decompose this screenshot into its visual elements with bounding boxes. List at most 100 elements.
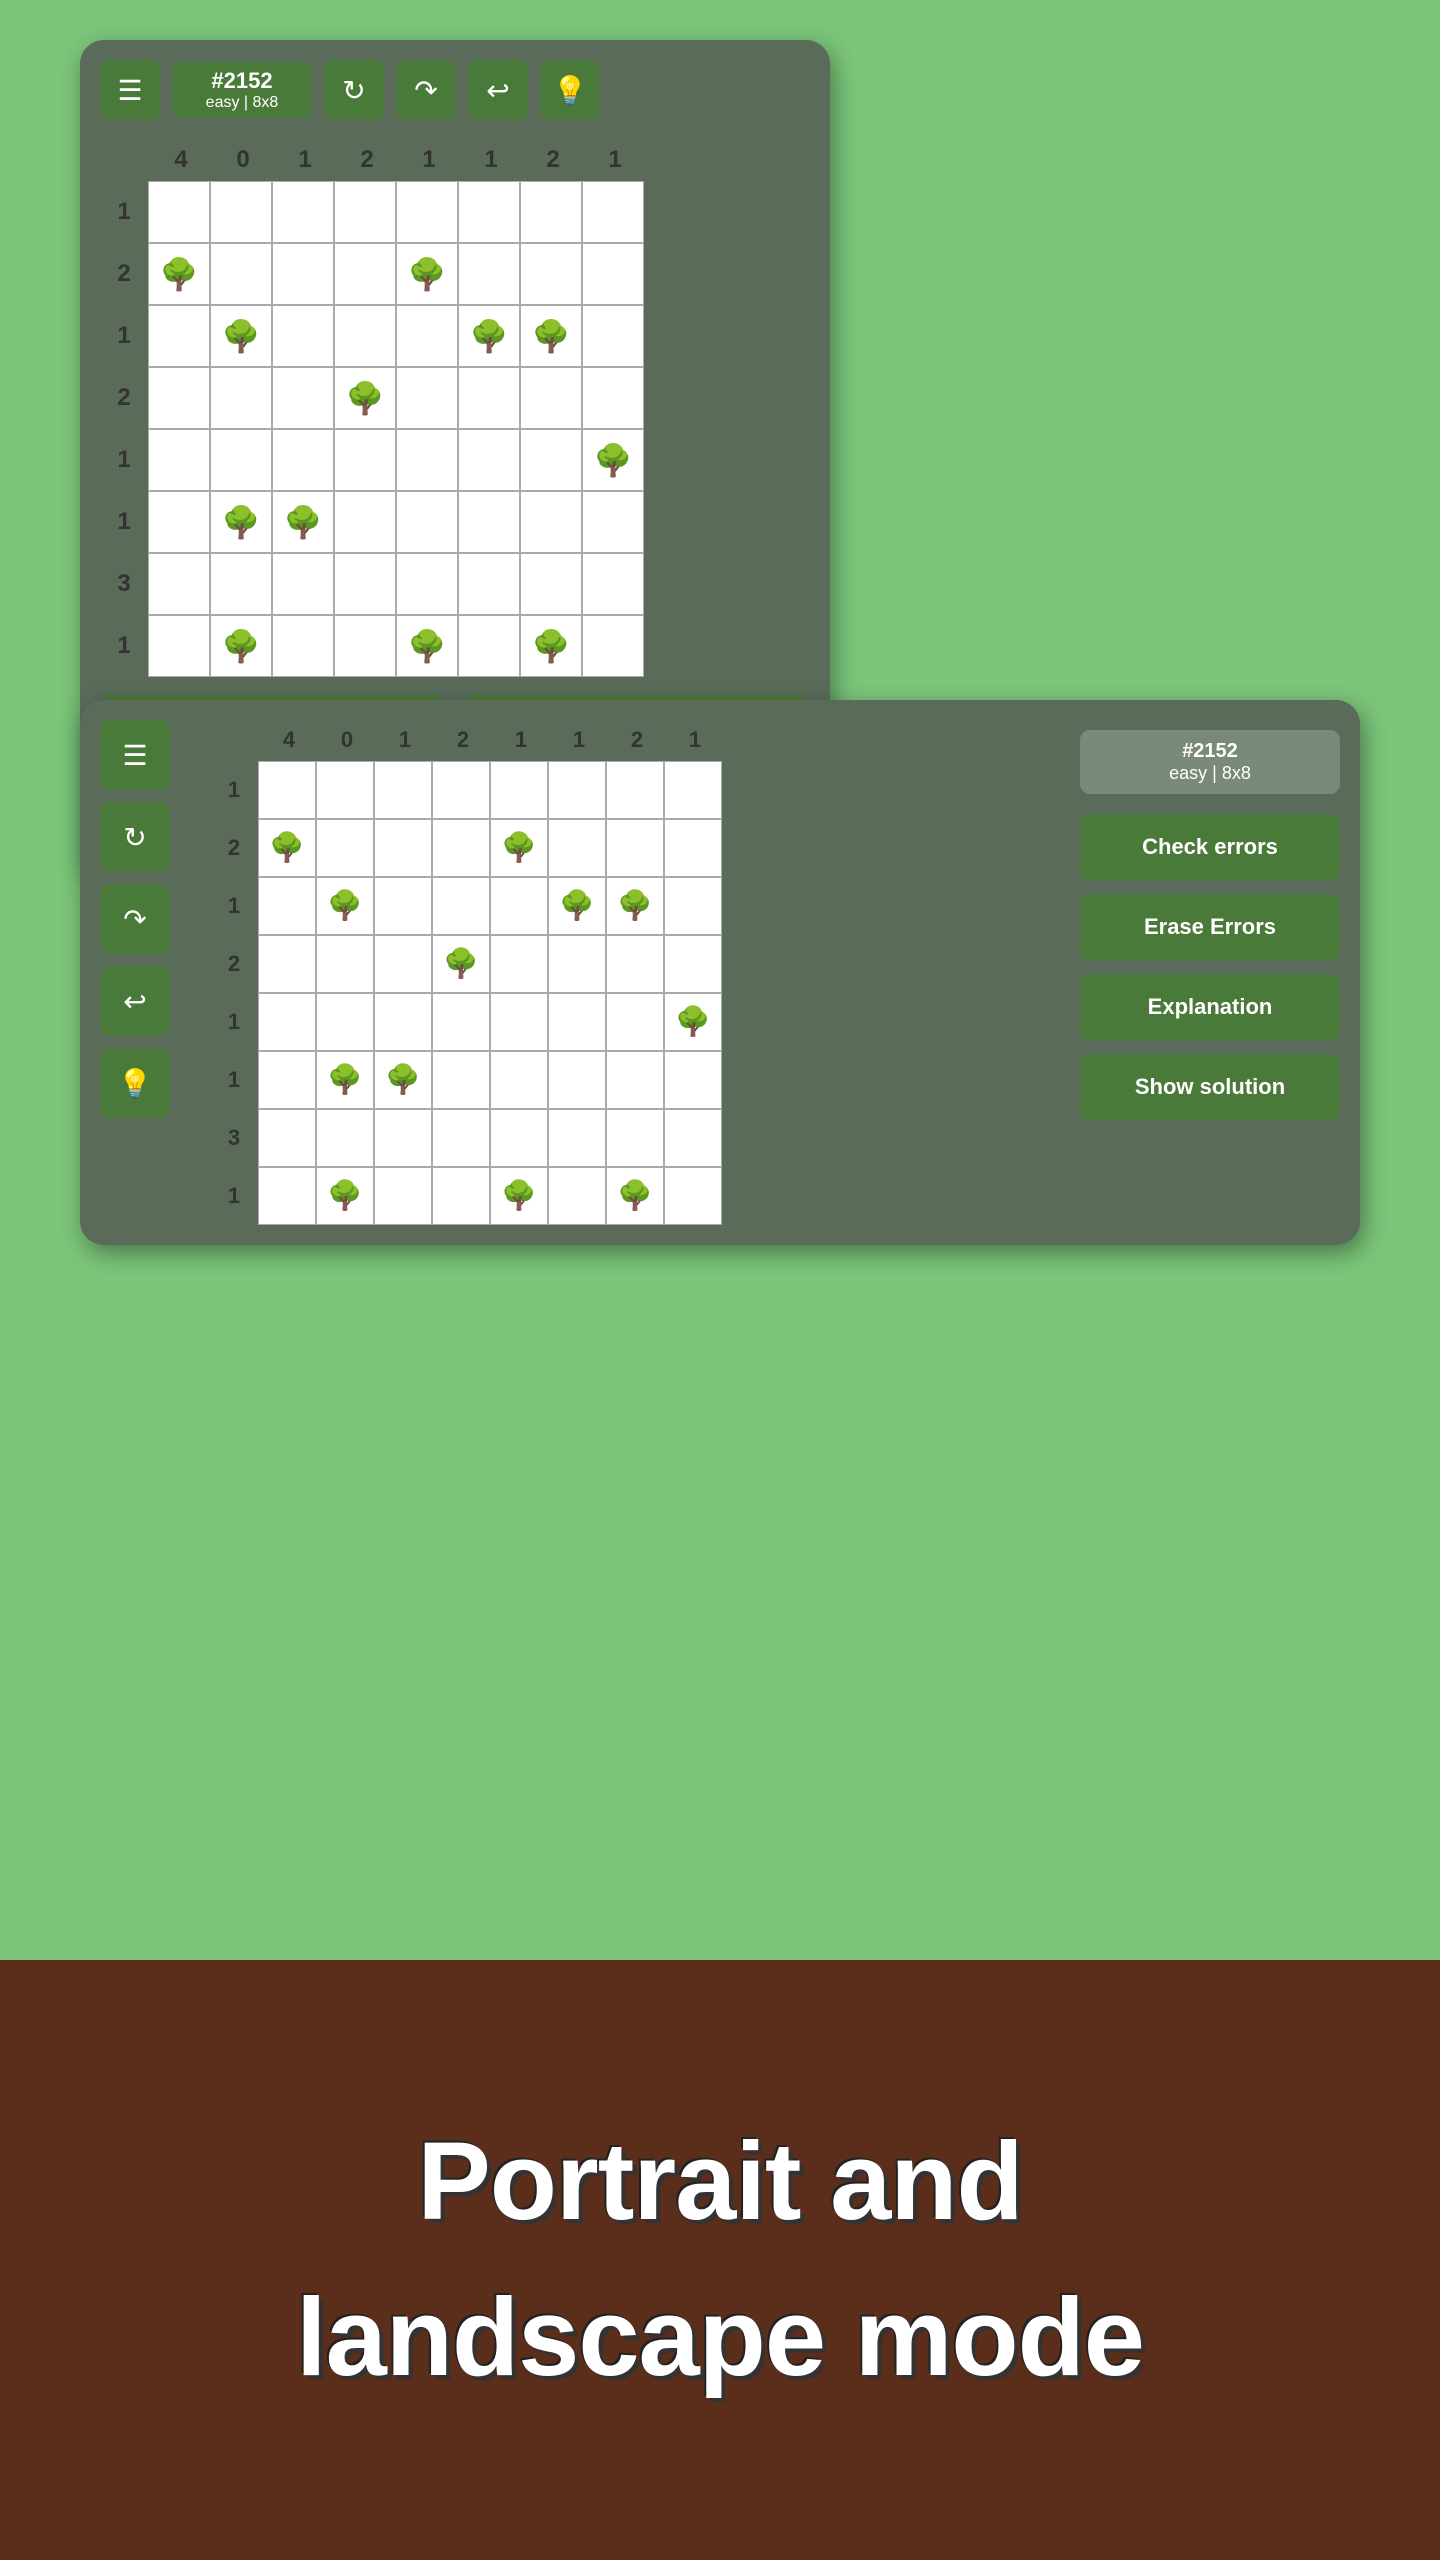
grid-cell[interactable]: [458, 181, 520, 243]
landscape-check-errors-button[interactable]: Check errors: [1080, 814, 1340, 880]
landscape-refresh-button[interactable]: ↻: [100, 802, 170, 872]
grid-cell[interactable]: [396, 491, 458, 553]
grid-cell[interactable]: [664, 1051, 722, 1109]
refresh-button[interactable]: ↻: [324, 60, 384, 120]
grid-cell[interactable]: [664, 761, 722, 819]
grid-cell[interactable]: [606, 935, 664, 993]
grid-cell[interactable]: [548, 1109, 606, 1167]
grid-cell[interactable]: [458, 553, 520, 615]
grid-cell[interactable]: [258, 1051, 316, 1109]
grid-cell[interactable]: [148, 181, 210, 243]
hint-button[interactable]: 💡: [540, 60, 600, 120]
grid-cell[interactable]: [490, 1109, 548, 1167]
grid-cell[interactable]: 🌳: [396, 243, 458, 305]
landscape-hint-button[interactable]: 💡: [100, 1048, 170, 1118]
grid-cell[interactable]: 🌳: [316, 877, 374, 935]
grid-cell[interactable]: 🌳: [316, 1167, 374, 1225]
landscape-erase-errors-button[interactable]: Erase Errors: [1080, 894, 1340, 960]
grid-cell[interactable]: [272, 305, 334, 367]
grid-cell[interactable]: [334, 243, 396, 305]
grid-cell[interactable]: [316, 993, 374, 1051]
grid-cell[interactable]: 🌳: [520, 305, 582, 367]
grid-cell[interactable]: [374, 935, 432, 993]
grid-cell[interactable]: [664, 819, 722, 877]
grid-cell[interactable]: 🌳: [272, 491, 334, 553]
grid-cell[interactable]: [148, 553, 210, 615]
grid-cell[interactable]: [490, 877, 548, 935]
grid-cell[interactable]: 🌳: [606, 877, 664, 935]
grid-cell[interactable]: [548, 1051, 606, 1109]
grid-cell[interactable]: [520, 181, 582, 243]
grid-cell[interactable]: [374, 761, 432, 819]
grid-cell[interactable]: [582, 243, 644, 305]
grid-cell[interactable]: [520, 553, 582, 615]
grid-cell[interactable]: 🌳: [548, 877, 606, 935]
grid-cell[interactable]: [606, 993, 664, 1051]
grid-cell[interactable]: [272, 429, 334, 491]
grid-cell[interactable]: [582, 615, 644, 677]
grid-cell[interactable]: 🌳: [316, 1051, 374, 1109]
grid-cell[interactable]: [548, 761, 606, 819]
grid-cell[interactable]: [396, 181, 458, 243]
grid-cell[interactable]: [148, 305, 210, 367]
grid-cell[interactable]: [664, 1109, 722, 1167]
grid-cell[interactable]: [334, 615, 396, 677]
grid-cell[interactable]: [582, 305, 644, 367]
grid-cell[interactable]: [210, 429, 272, 491]
grid-cell[interactable]: [606, 1109, 664, 1167]
grid-cell[interactable]: [374, 819, 432, 877]
grid-cell[interactable]: [432, 819, 490, 877]
landscape-undo-button[interactable]: ↩: [100, 966, 170, 1036]
grid-cell[interactable]: [606, 1051, 664, 1109]
grid-cell[interactable]: 🌳: [334, 367, 396, 429]
grid-cell[interactable]: [334, 305, 396, 367]
grid-cell[interactable]: [490, 1051, 548, 1109]
grid-cell[interactable]: [432, 1109, 490, 1167]
grid-cell[interactable]: [582, 491, 644, 553]
grid-cell[interactable]: [520, 429, 582, 491]
grid-cell[interactable]: 🌳: [396, 615, 458, 677]
grid-cell[interactable]: [432, 1167, 490, 1225]
grid-cell[interactable]: [664, 935, 722, 993]
grid-cell[interactable]: 🌳: [606, 1167, 664, 1225]
grid-cell[interactable]: [664, 1167, 722, 1225]
grid-cell[interactable]: [258, 1167, 316, 1225]
grid-cell[interactable]: 🌳: [374, 1051, 432, 1109]
grid-cell[interactable]: 🌳: [664, 993, 722, 1051]
grid-cell[interactable]: [258, 877, 316, 935]
landscape-show-solution-button[interactable]: Show solution: [1080, 1054, 1340, 1120]
grid-cell[interactable]: [520, 243, 582, 305]
menu-button[interactable]: ☰: [100, 60, 160, 120]
grid-cell[interactable]: [490, 761, 548, 819]
grid-cell[interactable]: [458, 615, 520, 677]
grid-cell[interactable]: 🌳: [432, 935, 490, 993]
landscape-menu-button[interactable]: ☰: [100, 720, 170, 790]
grid-cell[interactable]: [520, 367, 582, 429]
grid-cell[interactable]: [316, 761, 374, 819]
grid-cell[interactable]: [258, 935, 316, 993]
grid-cell[interactable]: [396, 305, 458, 367]
grid-cell[interactable]: [490, 993, 548, 1051]
grid-cell[interactable]: [458, 429, 520, 491]
grid-cell[interactable]: [396, 367, 458, 429]
grid-cell[interactable]: 🌳: [582, 429, 644, 491]
grid-cell[interactable]: [374, 993, 432, 1051]
grid-cell[interactable]: [334, 181, 396, 243]
grid-cell[interactable]: [520, 491, 582, 553]
grid-cell[interactable]: 🌳: [490, 1167, 548, 1225]
grid-cell[interactable]: [210, 367, 272, 429]
grid-cell[interactable]: [548, 1167, 606, 1225]
grid-cell[interactable]: [548, 935, 606, 993]
grid-cell[interactable]: [664, 877, 722, 935]
grid-cell[interactable]: 🌳: [210, 305, 272, 367]
grid-cell[interactable]: [272, 553, 334, 615]
grid-cell[interactable]: [210, 181, 272, 243]
grid-cell[interactable]: [272, 367, 334, 429]
grid-cell[interactable]: [396, 553, 458, 615]
grid-cell[interactable]: [582, 181, 644, 243]
grid-cell[interactable]: [334, 491, 396, 553]
grid-cell[interactable]: [582, 553, 644, 615]
grid-cell[interactable]: [606, 819, 664, 877]
grid-cell[interactable]: 🌳: [458, 305, 520, 367]
grid-cell[interactable]: [548, 993, 606, 1051]
